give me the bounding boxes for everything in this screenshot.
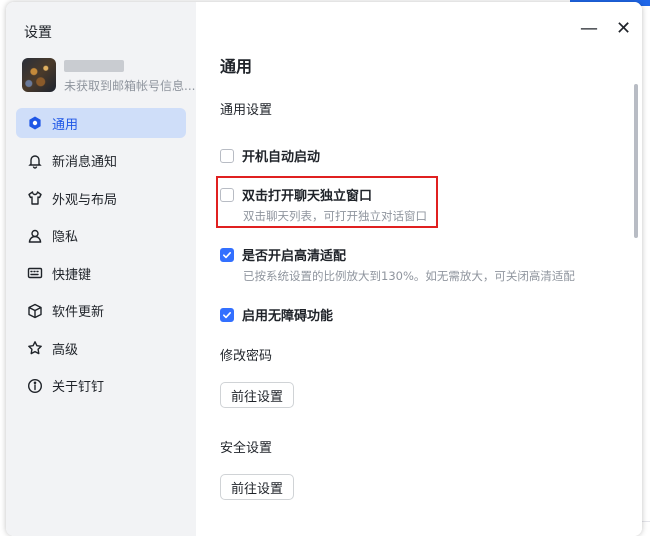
- option-label: 是否开启高清适配: [242, 249, 347, 264]
- shirt-icon: [26, 189, 44, 207]
- accessibility-checkbox[interactable]: [220, 307, 234, 322]
- profile-subtitle: 未获取到邮箱帐号信息...: [64, 79, 196, 93]
- page-title: 通用: [220, 57, 253, 76]
- gear-hex-icon: [26, 114, 44, 132]
- sidebar-item-notifications[interactable]: 新消息通知: [16, 146, 186, 176]
- box-icon: [26, 302, 44, 320]
- sidebar-item-advanced[interactable]: 高级: [16, 333, 186, 363]
- close-button[interactable]: ✕: [616, 20, 631, 38]
- sidebar-item-label: 隐私: [52, 230, 79, 245]
- security-section-title: 安全设置: [220, 441, 273, 456]
- info-icon: [26, 377, 44, 395]
- sidebar-item-label: 软件更新: [52, 305, 105, 320]
- checkmark-icon: [223, 251, 231, 258]
- minimize-button[interactable]: —: [580, 20, 598, 38]
- option-label: 启用无障碍功能: [242, 309, 334, 324]
- option-accessibility[interactable]: 启用无障碍功能: [220, 305, 333, 324]
- sidebar-item-label: 新消息通知: [52, 155, 118, 170]
- sidebar-item-privacy[interactable]: 隐私: [16, 221, 186, 251]
- star-icon: [26, 339, 44, 357]
- keyboard-icon: [26, 264, 44, 282]
- sidebar-item-label: 外观与布局: [52, 192, 118, 208]
- person-icon: [26, 227, 44, 245]
- sidebar-item-update[interactable]: 软件更新: [16, 296, 186, 326]
- sidebar-item-shortcuts[interactable]: 快捷键: [16, 258, 186, 288]
- hd-adapt-checkbox[interactable]: [220, 247, 234, 262]
- sidebar-item-about[interactable]: 关于钉钉: [16, 371, 186, 401]
- sidebar: 设置 未获取到邮箱帐号信息... 通用 新消息通知 外观与布局 隐私 快捷键 软…: [6, 2, 196, 536]
- settings-window: 设置 未获取到邮箱帐号信息... 通用 新消息通知 外观与布局 隐私 快捷键 软…: [6, 2, 642, 536]
- sidebar-item-label: 高级: [52, 342, 79, 358]
- option-hd-adapt[interactable]: 是否开启高清适配: [220, 245, 346, 264]
- option-description: 已按系统设置的比例放大到130%。如无需放大，可关闭高清适配: [243, 269, 575, 283]
- option-auto-start[interactable]: 开机自动启动: [220, 146, 320, 165]
- password-settings-button[interactable]: 前往设置: [220, 382, 295, 408]
- sidebar-item-appearance[interactable]: 外观与布局: [16, 183, 186, 213]
- scrollbar[interactable]: [634, 84, 638, 238]
- avatar[interactable]: [22, 58, 56, 92]
- profile-card[interactable]: 未获取到邮箱帐号信息...: [22, 58, 196, 94]
- general-section-title: 通用设置: [220, 103, 273, 118]
- security-settings-button[interactable]: 前往设置: [220, 474, 295, 500]
- sidebar-item-general[interactable]: 通用: [16, 108, 186, 138]
- option-label: 开机自动启动: [242, 150, 321, 165]
- bell-icon: [26, 152, 44, 170]
- profile-name-redacted: [64, 60, 124, 72]
- settings-content: — ✕ 通用 通用设置 开机自动启动 双击打开聊天独立窗口 双击聊天列表，可打开…: [196, 2, 642, 536]
- sidebar-item-label: 通用: [52, 117, 79, 133]
- sidebar-item-label: 快捷键: [52, 267, 92, 283]
- sidebar-item-label: 关于钉钉: [52, 380, 105, 395]
- auto-start-checkbox[interactable]: [220, 148, 234, 163]
- window-title: 设置: [24, 25, 52, 41]
- checkmark-icon: [223, 311, 231, 318]
- sidebar-nav: 通用 新消息通知 外观与布局 隐私 快捷键 软件更新 高级 关于钉钉: [16, 108, 186, 408]
- password-section-title: 修改密码: [220, 349, 273, 364]
- highlight-annotation-box: [216, 176, 438, 228]
